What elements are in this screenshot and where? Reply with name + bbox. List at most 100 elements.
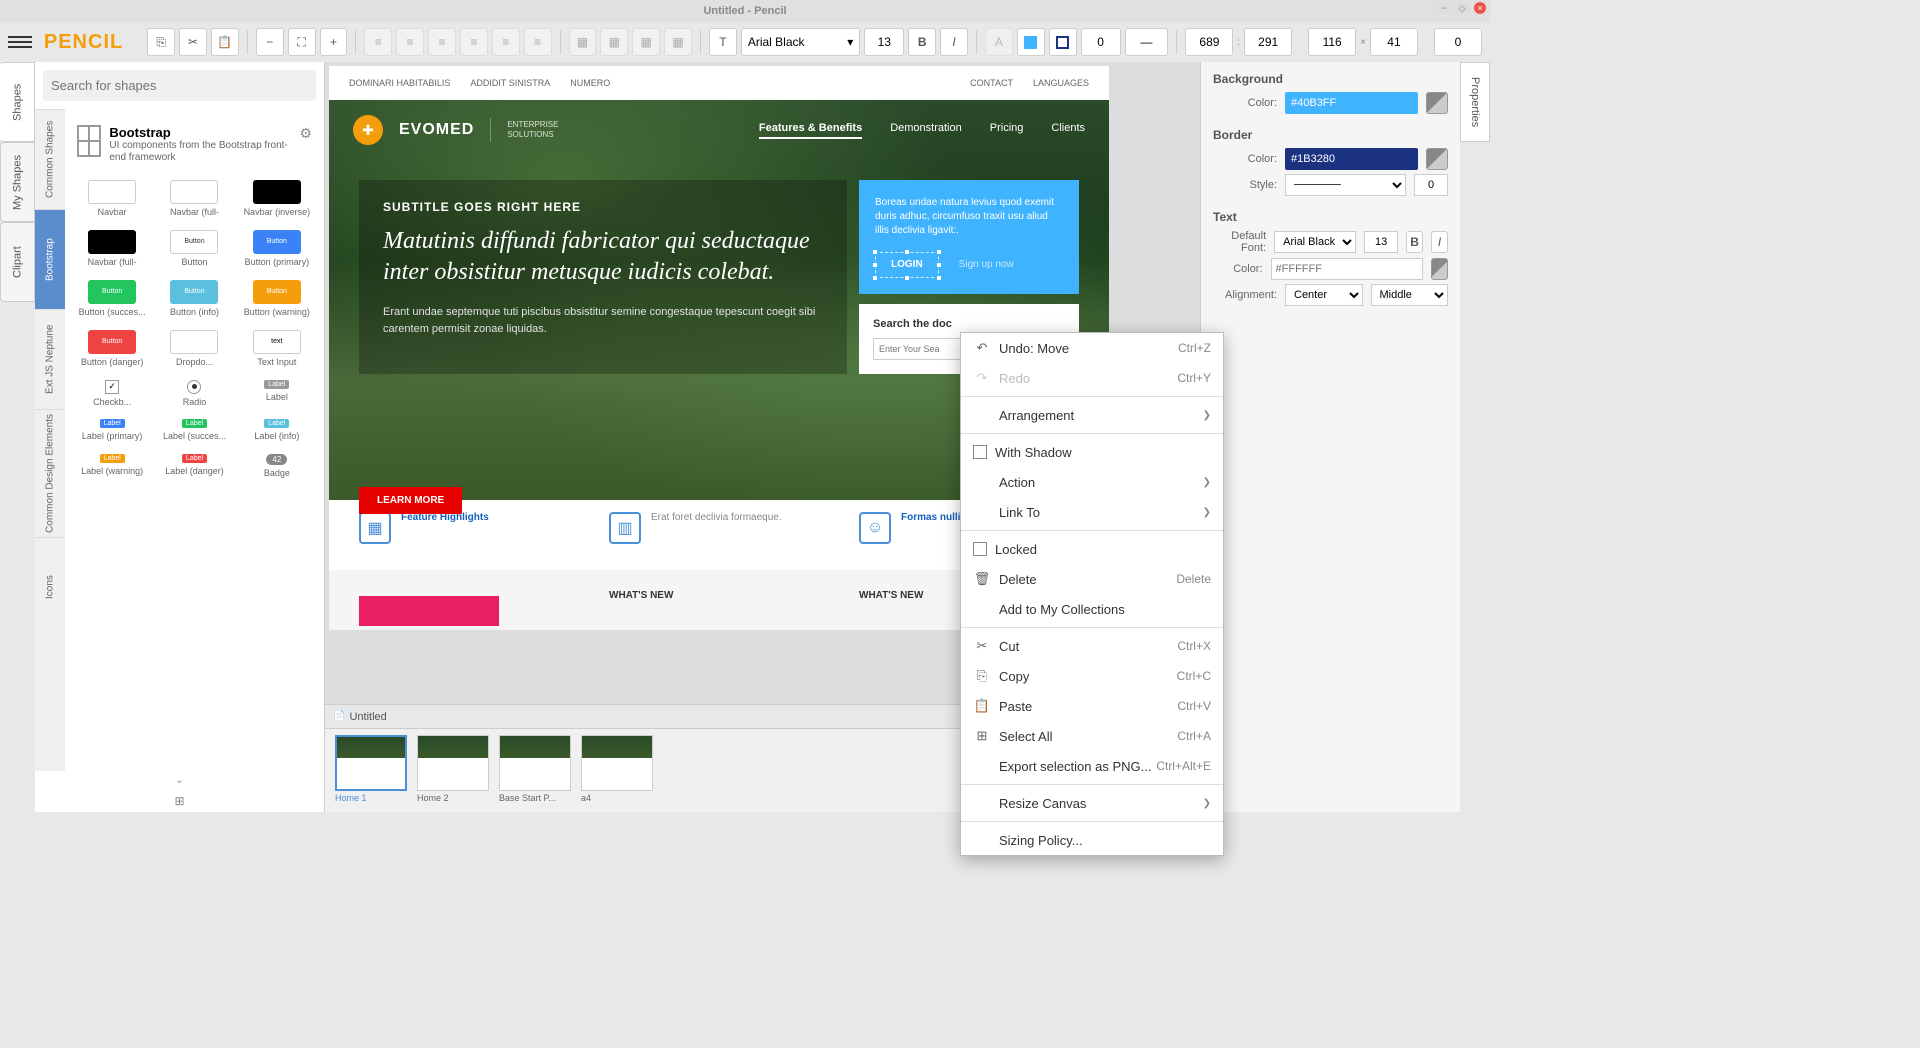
text-tool-button[interactable]: T (709, 28, 737, 56)
align-top-button[interactable]: ≡ (460, 28, 488, 56)
zoom-fit-button[interactable]: ⛶ (288, 28, 316, 56)
category-tab[interactable]: Common Design Elements (35, 409, 65, 537)
dist-h-button[interactable]: ▦ (569, 28, 597, 56)
shape-item[interactable]: Dropdo... (155, 326, 233, 372)
align-middle-button[interactable]: ≡ (492, 28, 520, 56)
align-left-button[interactable]: ≡ (364, 28, 392, 56)
shape-item[interactable]: LabelLabel (info) (238, 415, 316, 446)
context-menu-item[interactable]: Resize Canvas (961, 788, 1223, 818)
tab-shapes[interactable]: Shapes (0, 62, 35, 142)
copy-button[interactable]: ⎘ (147, 28, 175, 56)
text-color-button[interactable]: A (985, 28, 1013, 56)
grid-view-button[interactable]: ⊞ (35, 790, 324, 812)
halign-select[interactable]: Center (1285, 284, 1363, 306)
context-menu-item[interactable]: 📋PasteCtrl+V (961, 691, 1223, 721)
bg-color-value[interactable]: #40B3FF (1285, 92, 1418, 114)
context-menu-item[interactable]: Locked (961, 534, 1223, 564)
shape-item[interactable]: Navbar (full- (73, 226, 151, 272)
shape-item[interactable]: ButtonButton (primary) (238, 226, 316, 272)
border-color-picker-icon[interactable] (1426, 148, 1448, 170)
context-menu-item[interactable]: Export selection as PNG...Ctrl+Alt+E (961, 751, 1223, 781)
align-right-button[interactable]: ≡ (428, 28, 456, 56)
zoom-in-button[interactable]: + (320, 28, 348, 56)
context-menu-item[interactable]: Action (961, 467, 1223, 497)
text-font-select[interactable]: Arial Black (1274, 231, 1356, 253)
context-menu-item[interactable]: With Shadow (961, 437, 1223, 467)
context-menu-item[interactable]: ⊞Select AllCtrl+A (961, 721, 1223, 751)
same-h-button[interactable]: ▦ (664, 28, 692, 56)
collapse-shapes-button[interactable]: ⌄ (35, 771, 324, 790)
zoom-out-button[interactable]: − (256, 28, 284, 56)
collection-settings-icon[interactable]: ⚙ (299, 125, 312, 142)
w-input[interactable] (1308, 28, 1356, 56)
shape-item[interactable]: LabelLabel (238, 376, 316, 412)
context-menu-item[interactable]: Sizing Policy... (961, 825, 1223, 855)
shape-item[interactable]: Radio (155, 376, 233, 412)
text-bold-button[interactable]: B (1406, 231, 1423, 253)
dist-v-button[interactable]: ▦ (600, 28, 628, 56)
close-button[interactable]: × (1474, 2, 1486, 14)
shape-item[interactable]: Navbar (full- (155, 176, 233, 222)
shape-item[interactable]: ButtonButton (danger) (73, 326, 151, 372)
page-thumbnail[interactable]: Home 2 (417, 735, 489, 806)
cut-button[interactable]: ✂ (179, 28, 207, 56)
context-menu-item[interactable]: ✂CutCtrl+X (961, 631, 1223, 661)
tab-properties[interactable]: Properties (1460, 62, 1490, 142)
x-input[interactable] (1185, 28, 1233, 56)
category-tab[interactable]: Common Shapes (35, 109, 65, 209)
context-menu-item[interactable]: Add to My Collections (961, 594, 1223, 624)
context-menu-item[interactable]: Link To (961, 497, 1223, 527)
text-italic-button[interactable]: I (1431, 231, 1448, 253)
maximize-button[interactable]: ◇ (1456, 2, 1468, 14)
valign-select[interactable]: Middle (1371, 284, 1449, 306)
h-input[interactable] (1370, 28, 1418, 56)
shape-item[interactable]: LabelLabel (succes... (155, 415, 233, 446)
shape-search-input[interactable] (43, 70, 316, 101)
category-tab[interactable]: Bootstrap (35, 209, 65, 309)
page-thumbnail[interactable]: Home 1 (335, 735, 407, 806)
shape-item[interactable]: textText Input (238, 326, 316, 372)
text-size-input[interactable] (1364, 231, 1398, 253)
stroke-width-input[interactable] (1081, 28, 1121, 56)
align-bottom-button[interactable]: ≡ (524, 28, 552, 56)
same-w-button[interactable]: ▦ (632, 28, 660, 56)
text-color-input[interactable] (1271, 258, 1423, 280)
shape-item[interactable]: Navbar (inverse) (238, 176, 316, 222)
align-center-button[interactable]: ≡ (396, 28, 424, 56)
stroke-color-button[interactable] (1049, 28, 1077, 56)
fill-color-button[interactable] (1017, 28, 1045, 56)
border-style-select[interactable]: ────── (1285, 174, 1406, 196)
context-menu-item[interactable]: 🗑DeleteDelete (961, 564, 1223, 594)
shape-item[interactable]: ButtonButton (warning) (238, 276, 316, 322)
shape-item[interactable]: ButtonButton (info) (155, 276, 233, 322)
font-size-input[interactable] (864, 28, 904, 56)
tab-myshapes[interactable]: My Shapes (0, 142, 35, 222)
stroke-style-select[interactable]: — (1125, 28, 1169, 56)
page-thumbnail[interactable]: a4 (581, 735, 653, 806)
shape-item[interactable]: LabelLabel (danger) (155, 450, 233, 483)
shape-item[interactable]: 42Badge (238, 450, 316, 483)
angle-input[interactable] (1434, 28, 1482, 56)
shape-item[interactable]: ButtonButton (succes... (73, 276, 151, 322)
font-family-select[interactable]: Arial Black▾ (741, 28, 860, 56)
context-menu-item[interactable]: Arrangement (961, 400, 1223, 430)
context-menu-item[interactable]: ⎘CopyCtrl+C (961, 661, 1223, 691)
minimize-button[interactable]: − (1438, 2, 1450, 14)
paste-button[interactable]: 📋 (211, 28, 239, 56)
selected-login-element[interactable]: LOGIN (875, 252, 939, 278)
border-width-input[interactable] (1414, 174, 1448, 196)
border-color-value[interactable]: #1B3280 (1285, 148, 1418, 170)
shape-item[interactable]: Navbar (73, 176, 151, 222)
text-color-picker-icon[interactable] (1431, 258, 1448, 280)
category-tab[interactable]: Ext JS Neptune (35, 309, 65, 409)
bg-color-picker-icon[interactable] (1426, 92, 1448, 114)
category-tab[interactable]: Icons (35, 537, 65, 637)
bold-button[interactable]: B (908, 28, 936, 56)
shape-item[interactable]: ✓Checkb... (73, 376, 151, 412)
y-input[interactable] (1244, 28, 1292, 56)
shape-item[interactable]: LabelLabel (primary) (73, 415, 151, 446)
context-menu-item[interactable]: ↶Undo: MoveCtrl+Z (961, 333, 1223, 363)
document-tab[interactable]: Untitled (333, 711, 387, 723)
page-thumbnail[interactable]: Base Start P... (499, 735, 571, 806)
menu-button[interactable] (8, 30, 32, 54)
